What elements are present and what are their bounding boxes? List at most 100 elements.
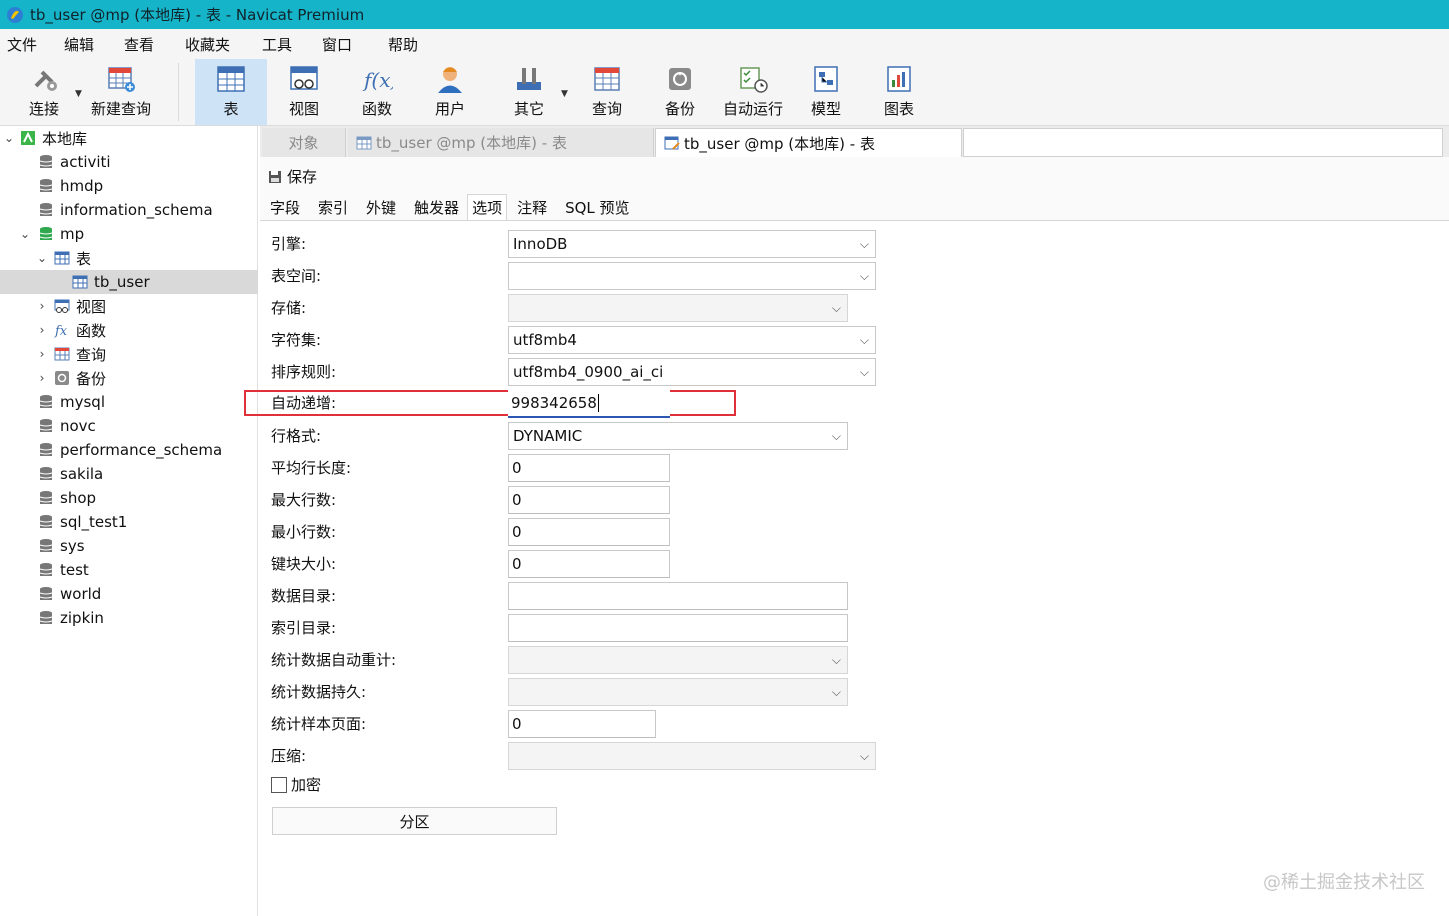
automation-icon: [740, 67, 768, 93]
database-icon: [39, 467, 53, 480]
tree-functions-group[interactable]: › fx 函数: [0, 318, 258, 342]
chevron-right-icon[interactable]: ›: [35, 347, 49, 361]
menu-help[interactable]: 帮助: [388, 34, 418, 55]
subtab-fields[interactable]: 字段: [266, 194, 304, 220]
tree-table-tb-user[interactable]: tb_user: [0, 270, 258, 294]
tree-db-hmdp[interactable]: hmdp: [0, 174, 258, 198]
chevron-down-icon: ⌵: [859, 365, 869, 379]
chevron-right-icon[interactable]: ›: [35, 371, 49, 385]
tree-db-sys[interactable]: sys: [0, 534, 258, 558]
index-directory-input[interactable]: [508, 614, 848, 642]
tree-views-group[interactable]: › 视图: [0, 294, 258, 318]
chevron-down-icon: ⌵: [859, 333, 869, 347]
menu-window[interactable]: 窗口: [322, 34, 352, 55]
tree-db-activiti[interactable]: activiti: [0, 150, 258, 174]
tab-objects[interactable]: 对象: [262, 128, 346, 157]
tree-tables-group[interactable]: ⌄ 表: [0, 246, 258, 270]
toolbar-other-button[interactable]: 其它: [503, 59, 555, 125]
subtab-sql-preview[interactable]: SQL 预览: [561, 194, 633, 220]
toolbar-model-button[interactable]: 模型: [800, 59, 852, 125]
chevron-right-icon[interactable]: ›: [35, 323, 49, 337]
toolbar-new-query-button[interactable]: 新建查询: [88, 59, 154, 125]
compression-select[interactable]: ⌵: [508, 742, 876, 770]
tree-db-mysql[interactable]: mysql: [0, 390, 258, 414]
tree-queries-group[interactable]: › 查询: [0, 342, 258, 366]
database-open-icon: [39, 227, 53, 240]
chevron-down-icon[interactable]: ⌄: [18, 227, 32, 241]
chevron-down-icon: ⌵: [831, 653, 841, 667]
encryption-checkbox[interactable]: [271, 777, 287, 793]
tree-db-label: hmdp: [60, 177, 104, 195]
tablespace-label: 表空间:: [271, 267, 322, 285]
min-rows-label: 最小行数:: [271, 523, 337, 541]
connect-dropdown-caret-icon[interactable]: ▼: [75, 89, 82, 99]
tree-connection[interactable]: ⌄ 本地库: [0, 126, 258, 150]
toolbar-view-button[interactable]: 视图: [278, 59, 330, 125]
chevron-down-icon[interactable]: ⌄: [35, 251, 49, 265]
storage-select[interactable]: ⌵: [508, 294, 848, 322]
toolbar-automation-button[interactable]: 自动运行: [718, 59, 788, 125]
tree-db-zipkin[interactable]: zipkin: [0, 606, 258, 630]
key-block-size-input[interactable]: 0: [508, 550, 670, 578]
partition-button[interactable]: 分区: [272, 807, 557, 835]
database-icon: [39, 443, 53, 456]
collation-select[interactable]: utf8mb4_0900_ai_ci ⌵: [508, 358, 876, 386]
toolbar-table-button[interactable]: 表: [195, 59, 267, 125]
key-block-size-label: 键块大小:: [271, 555, 337, 573]
subtab-foreign-keys[interactable]: 外键: [362, 194, 400, 220]
charset-select[interactable]: utf8mb4 ⌵: [508, 326, 876, 354]
tab-table-design-inactive[interactable]: tb_user @mp (本地库) - 表: [348, 128, 654, 157]
auto-increment-value: 998342658: [511, 394, 597, 412]
toolbar-function-button[interactable]: f(x) 函数: [351, 59, 403, 125]
subtab-comment[interactable]: 注释: [513, 194, 551, 220]
data-directory-input[interactable]: [508, 582, 848, 610]
tree-db-mp[interactable]: ⌄ mp: [0, 222, 258, 246]
stats-persistent-select[interactable]: ⌵: [508, 678, 848, 706]
max-rows-input[interactable]: 0: [508, 486, 670, 514]
tree-db-information-schema[interactable]: information_schema: [0, 198, 258, 222]
table-icon: [217, 66, 245, 92]
tree-db-novc[interactable]: novc: [0, 414, 258, 438]
data-directory-label: 数据目录:: [271, 587, 337, 605]
tree-db-test[interactable]: test: [0, 558, 258, 582]
backup-icon: [669, 68, 691, 90]
toolbar-backup-button[interactable]: 备份: [654, 59, 706, 125]
chevron-right-icon[interactable]: ›: [35, 299, 49, 313]
tree-tables-label: 表: [76, 249, 92, 268]
subtab-indexes[interactable]: 索引: [314, 194, 352, 220]
min-rows-input[interactable]: 0: [508, 518, 670, 546]
menu-edit[interactable]: 编辑: [64, 34, 94, 55]
avg-row-length-input[interactable]: 0: [508, 454, 670, 482]
menu-view[interactable]: 查看: [124, 34, 154, 55]
row-format-select[interactable]: DYNAMIC ⌵: [508, 422, 848, 450]
toolbar-query-button[interactable]: 查询: [581, 59, 633, 125]
tree-db-sakila[interactable]: sakila: [0, 462, 258, 486]
charset-value: utf8mb4: [513, 331, 577, 349]
toolbar-chart-button[interactable]: 图表: [873, 59, 925, 125]
menu-tools[interactable]: 工具: [262, 34, 292, 55]
encryption-label: 加密: [291, 776, 322, 794]
tree-db-sql-test1[interactable]: sql_test1: [0, 510, 258, 534]
tab-table-design-active[interactable]: tb_user @mp (本地库) - 表: [655, 128, 962, 157]
toolbar-user-button[interactable]: 用户: [424, 59, 476, 125]
stats-auto-recalc-select[interactable]: ⌵: [508, 646, 848, 674]
database-icon: [39, 203, 53, 216]
stats-sample-pages-input[interactable]: 0: [508, 710, 656, 738]
tree-db-shop[interactable]: shop: [0, 486, 258, 510]
auto-increment-input[interactable]: 998342658: [508, 390, 670, 418]
toolbar-connect-button[interactable]: 连接: [18, 59, 70, 125]
menu-favorites[interactable]: 收藏夹: [185, 34, 230, 55]
other-dropdown-caret-icon[interactable]: ▼: [561, 89, 568, 99]
menu-file[interactable]: 文件: [7, 34, 37, 55]
tree-db-performance-schema[interactable]: performance_schema: [0, 438, 258, 462]
engine-select[interactable]: InnoDB ⌵: [508, 230, 876, 258]
chevron-down-icon[interactable]: ⌄: [2, 131, 16, 145]
tree-backups-group[interactable]: › 备份: [0, 366, 258, 390]
chevron-down-icon: ⌵: [831, 685, 841, 699]
tree-db-world[interactable]: world: [0, 582, 258, 606]
subtab-options[interactable]: 选项: [467, 194, 508, 220]
tablespace-select[interactable]: ⌵: [508, 262, 876, 290]
save-button[interactable]: 保存: [268, 166, 317, 187]
subtab-triggers[interactable]: 触发器: [410, 194, 463, 220]
chevron-down-icon: ⌵: [859, 237, 869, 251]
